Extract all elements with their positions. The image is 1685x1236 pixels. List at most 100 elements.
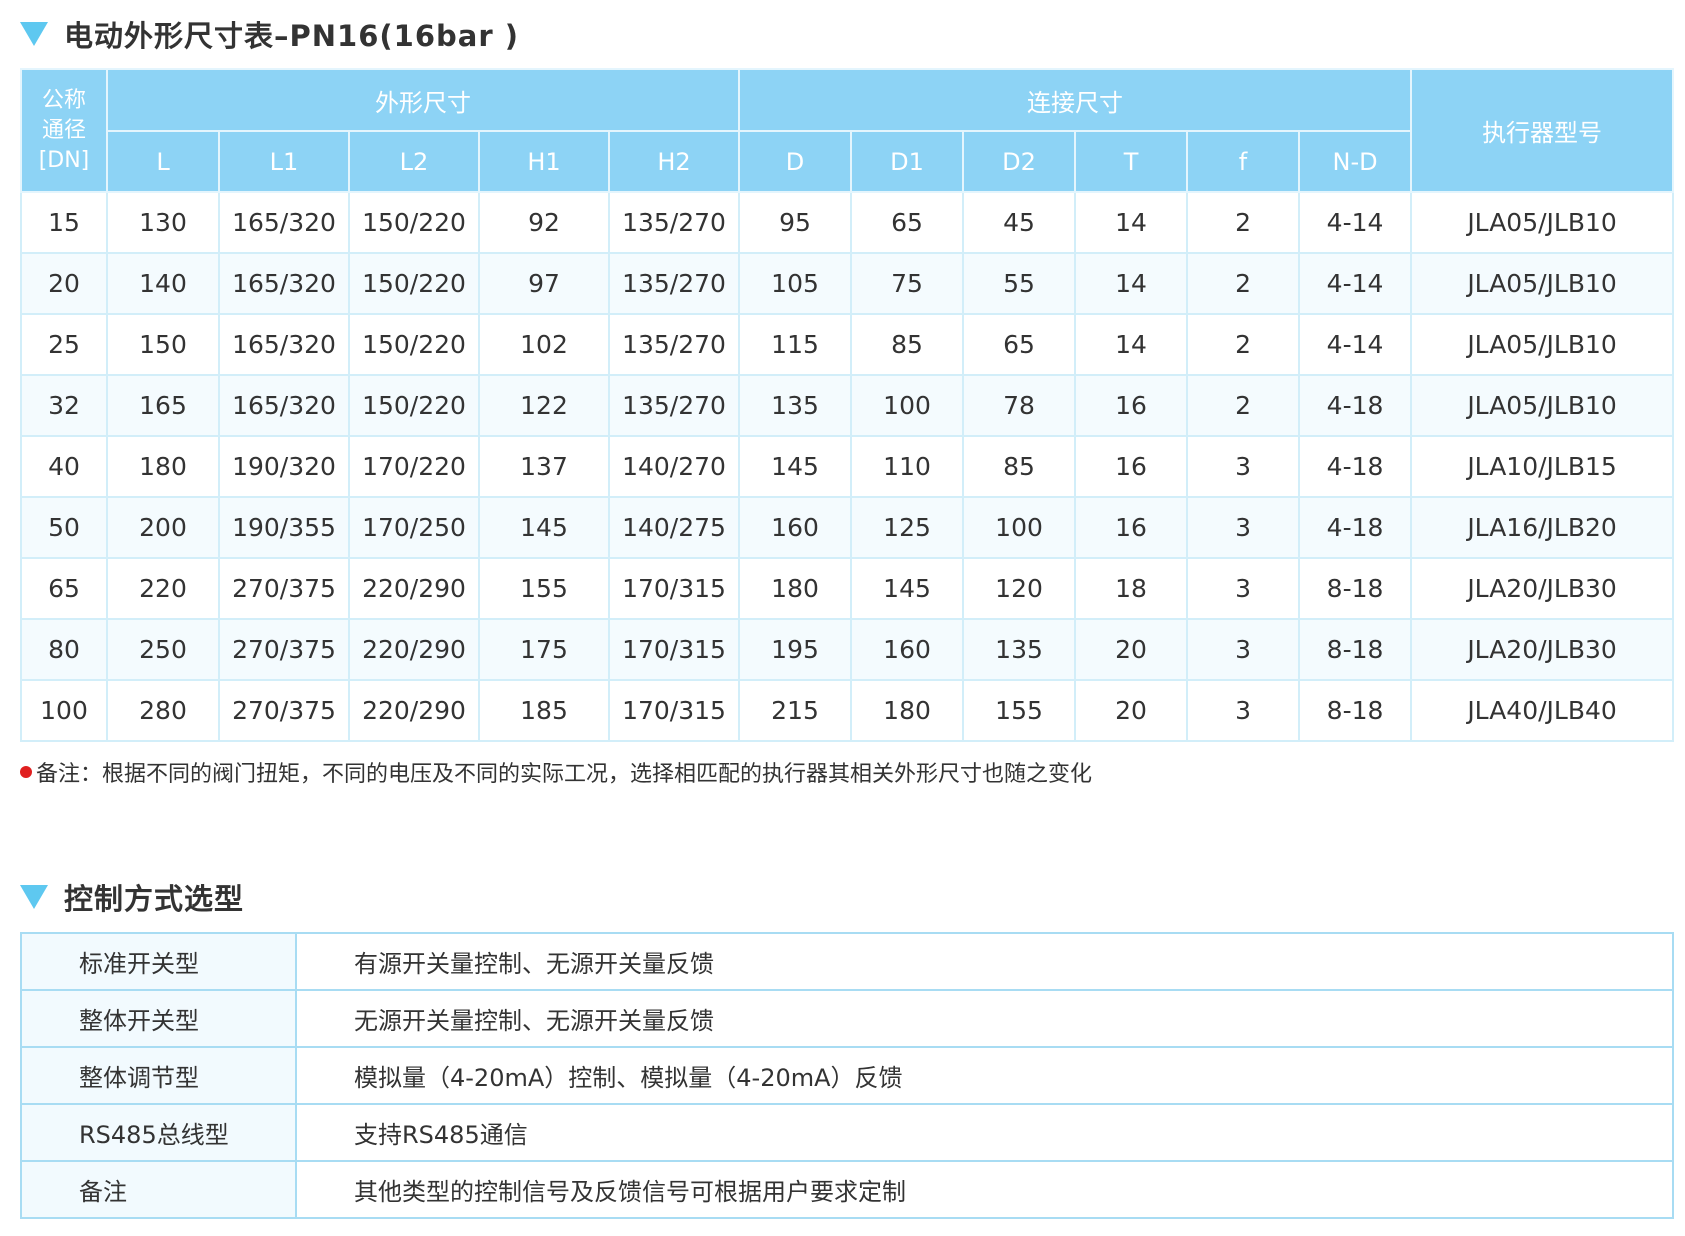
table-cell: 175	[478, 618, 610, 681]
table-cell: 165/320	[218, 252, 350, 315]
header-col-f: f	[1186, 130, 1301, 193]
table-cell: 120	[962, 557, 1077, 620]
table-cell: 140/275	[607, 496, 741, 559]
table-cell: JLA40/JLB40	[1410, 679, 1675, 742]
table-cell: 220/290	[348, 557, 480, 620]
table-cell: 4-18	[1298, 435, 1413, 498]
table-cell: 220/290	[348, 679, 480, 742]
header-group-connection: 连接尺寸	[738, 68, 1413, 132]
table-cell: 3	[1186, 679, 1301, 742]
table-cell: 78	[962, 374, 1077, 437]
header-col-h1: H1	[478, 130, 610, 193]
table-cell: 115	[738, 313, 853, 376]
table-cell: 155	[962, 679, 1077, 742]
header-col-t: T	[1074, 130, 1189, 193]
table-cell: JLA16/JLB20	[1410, 496, 1675, 559]
table-cell: 150/220	[348, 252, 480, 315]
table-row: 40 180 190/320 170/220 137 140/270 145 110 85 16 3…	[20, 435, 1675, 498]
table-cell: 220	[106, 557, 220, 620]
table-cell: 40	[20, 435, 108, 498]
list-item: 整体调节型 模拟量（4-20mA）控制、模拟量（4-20mA）反馈	[20, 1046, 1674, 1105]
table-cell: 85	[962, 435, 1077, 498]
table-cell: 100	[20, 679, 108, 742]
header-col-h2: H2	[607, 130, 741, 193]
table-cell: JLA05/JLB10	[1410, 374, 1675, 437]
table-cell: 145	[850, 557, 965, 620]
table-cell: 200	[106, 496, 220, 559]
table-cell: 180	[850, 679, 965, 742]
control-type-description: 支持RS485通信	[296, 1103, 1674, 1162]
section-heading-control: 控制方式选型	[20, 875, 244, 919]
table-cell: 160	[850, 618, 965, 681]
table-cell: 135	[738, 374, 853, 437]
table-cell: 14	[1074, 313, 1189, 376]
table-cell: 2	[1186, 374, 1301, 437]
table-cell: 170/315	[607, 557, 741, 620]
table-cell: 102	[478, 313, 610, 376]
table-cell: 95	[738, 191, 853, 254]
table-cell: 137	[478, 435, 610, 498]
table-cell: 165/320	[218, 313, 350, 376]
table-cell: 105	[738, 252, 853, 315]
table-cell: 8-18	[1298, 557, 1413, 620]
table-cell: 140	[106, 252, 220, 315]
table-cell: JLA10/JLB15	[1410, 435, 1675, 498]
dimension-table: 公称 通径 [DN] 外形尺寸 连接尺寸 执行器型号 L L1 L2 H1 H2 D D1 D…	[20, 68, 1675, 742]
table-cell: 85	[850, 313, 965, 376]
section-title: 控制方式选型	[64, 882, 245, 916]
table-cell: 135/270	[607, 313, 741, 376]
table-cell: 270/375	[218, 679, 350, 742]
table-cell: 145	[478, 496, 610, 559]
table-cell: 25	[20, 313, 108, 376]
list-item: 标准开关型 有源开关量控制、无源开关量反馈	[20, 932, 1674, 991]
table-cell: 122	[478, 374, 610, 437]
table-cell: 4-18	[1298, 496, 1413, 559]
table-row: 20 140 165/320 150/220 97 135/270 105 75 55 14 2 4-…	[20, 252, 1675, 315]
table-cell: 125	[850, 496, 965, 559]
table-cell: 190/320	[218, 435, 350, 498]
table-cell: JLA20/JLB30	[1410, 557, 1675, 620]
table-cell: 16	[1074, 374, 1189, 437]
table-cell: 97	[478, 252, 610, 315]
control-type-label: 整体调节型	[20, 1046, 297, 1105]
table-cell: 170/220	[348, 435, 480, 498]
header-actuator: 执行器型号	[1410, 68, 1675, 193]
table-cell: 3	[1186, 557, 1301, 620]
header-col-l: L	[106, 130, 220, 193]
control-type-label: 标准开关型	[20, 932, 297, 991]
table-cell: 270/375	[218, 618, 350, 681]
table-cell: 135/270	[607, 252, 741, 315]
table-cell: 170/315	[607, 679, 741, 742]
table-cell: 8-18	[1298, 679, 1413, 742]
list-item: 备注 其他类型的控制信号及反馈信号可根据用户要求定制	[20, 1160, 1674, 1219]
table-cell: 14	[1074, 191, 1189, 254]
table-cell: 4-14	[1298, 252, 1413, 315]
table-cell: JLA20/JLB30	[1410, 618, 1675, 681]
table-cell: 45	[962, 191, 1077, 254]
table-cell: 180	[738, 557, 853, 620]
table-cell: 140/270	[607, 435, 741, 498]
triangle-down-icon	[20, 22, 48, 46]
table-cell: 150/220	[348, 313, 480, 376]
table-cell: 8-18	[1298, 618, 1413, 681]
table-cell: 190/355	[218, 496, 350, 559]
table-cell: 3	[1186, 496, 1301, 559]
table-row: 25 150 165/320 150/220 102 135/270 115 85 65 14 2 4…	[20, 313, 1675, 376]
table-cell: 18	[1074, 557, 1189, 620]
table-cell: 55	[962, 252, 1077, 315]
table-cell: 215	[738, 679, 853, 742]
header-col-d2: D2	[962, 130, 1077, 193]
list-item: RS485总线型 支持RS485通信	[20, 1103, 1674, 1162]
table-cell: 220/290	[348, 618, 480, 681]
triangle-down-icon	[20, 885, 48, 909]
table-cell: 20	[1074, 679, 1189, 742]
table-cell: 14	[1074, 252, 1189, 315]
table-cell: 65	[850, 191, 965, 254]
table-cell: 150	[106, 313, 220, 376]
table-cell: 270/375	[218, 557, 350, 620]
table-cell: 135	[962, 618, 1077, 681]
table-cell: 65	[20, 557, 108, 620]
control-type-label: 备注	[20, 1160, 297, 1219]
list-item: 整体开关型 无源开关量控制、无源开关量反馈	[20, 989, 1674, 1048]
table-cell: 16	[1074, 496, 1189, 559]
